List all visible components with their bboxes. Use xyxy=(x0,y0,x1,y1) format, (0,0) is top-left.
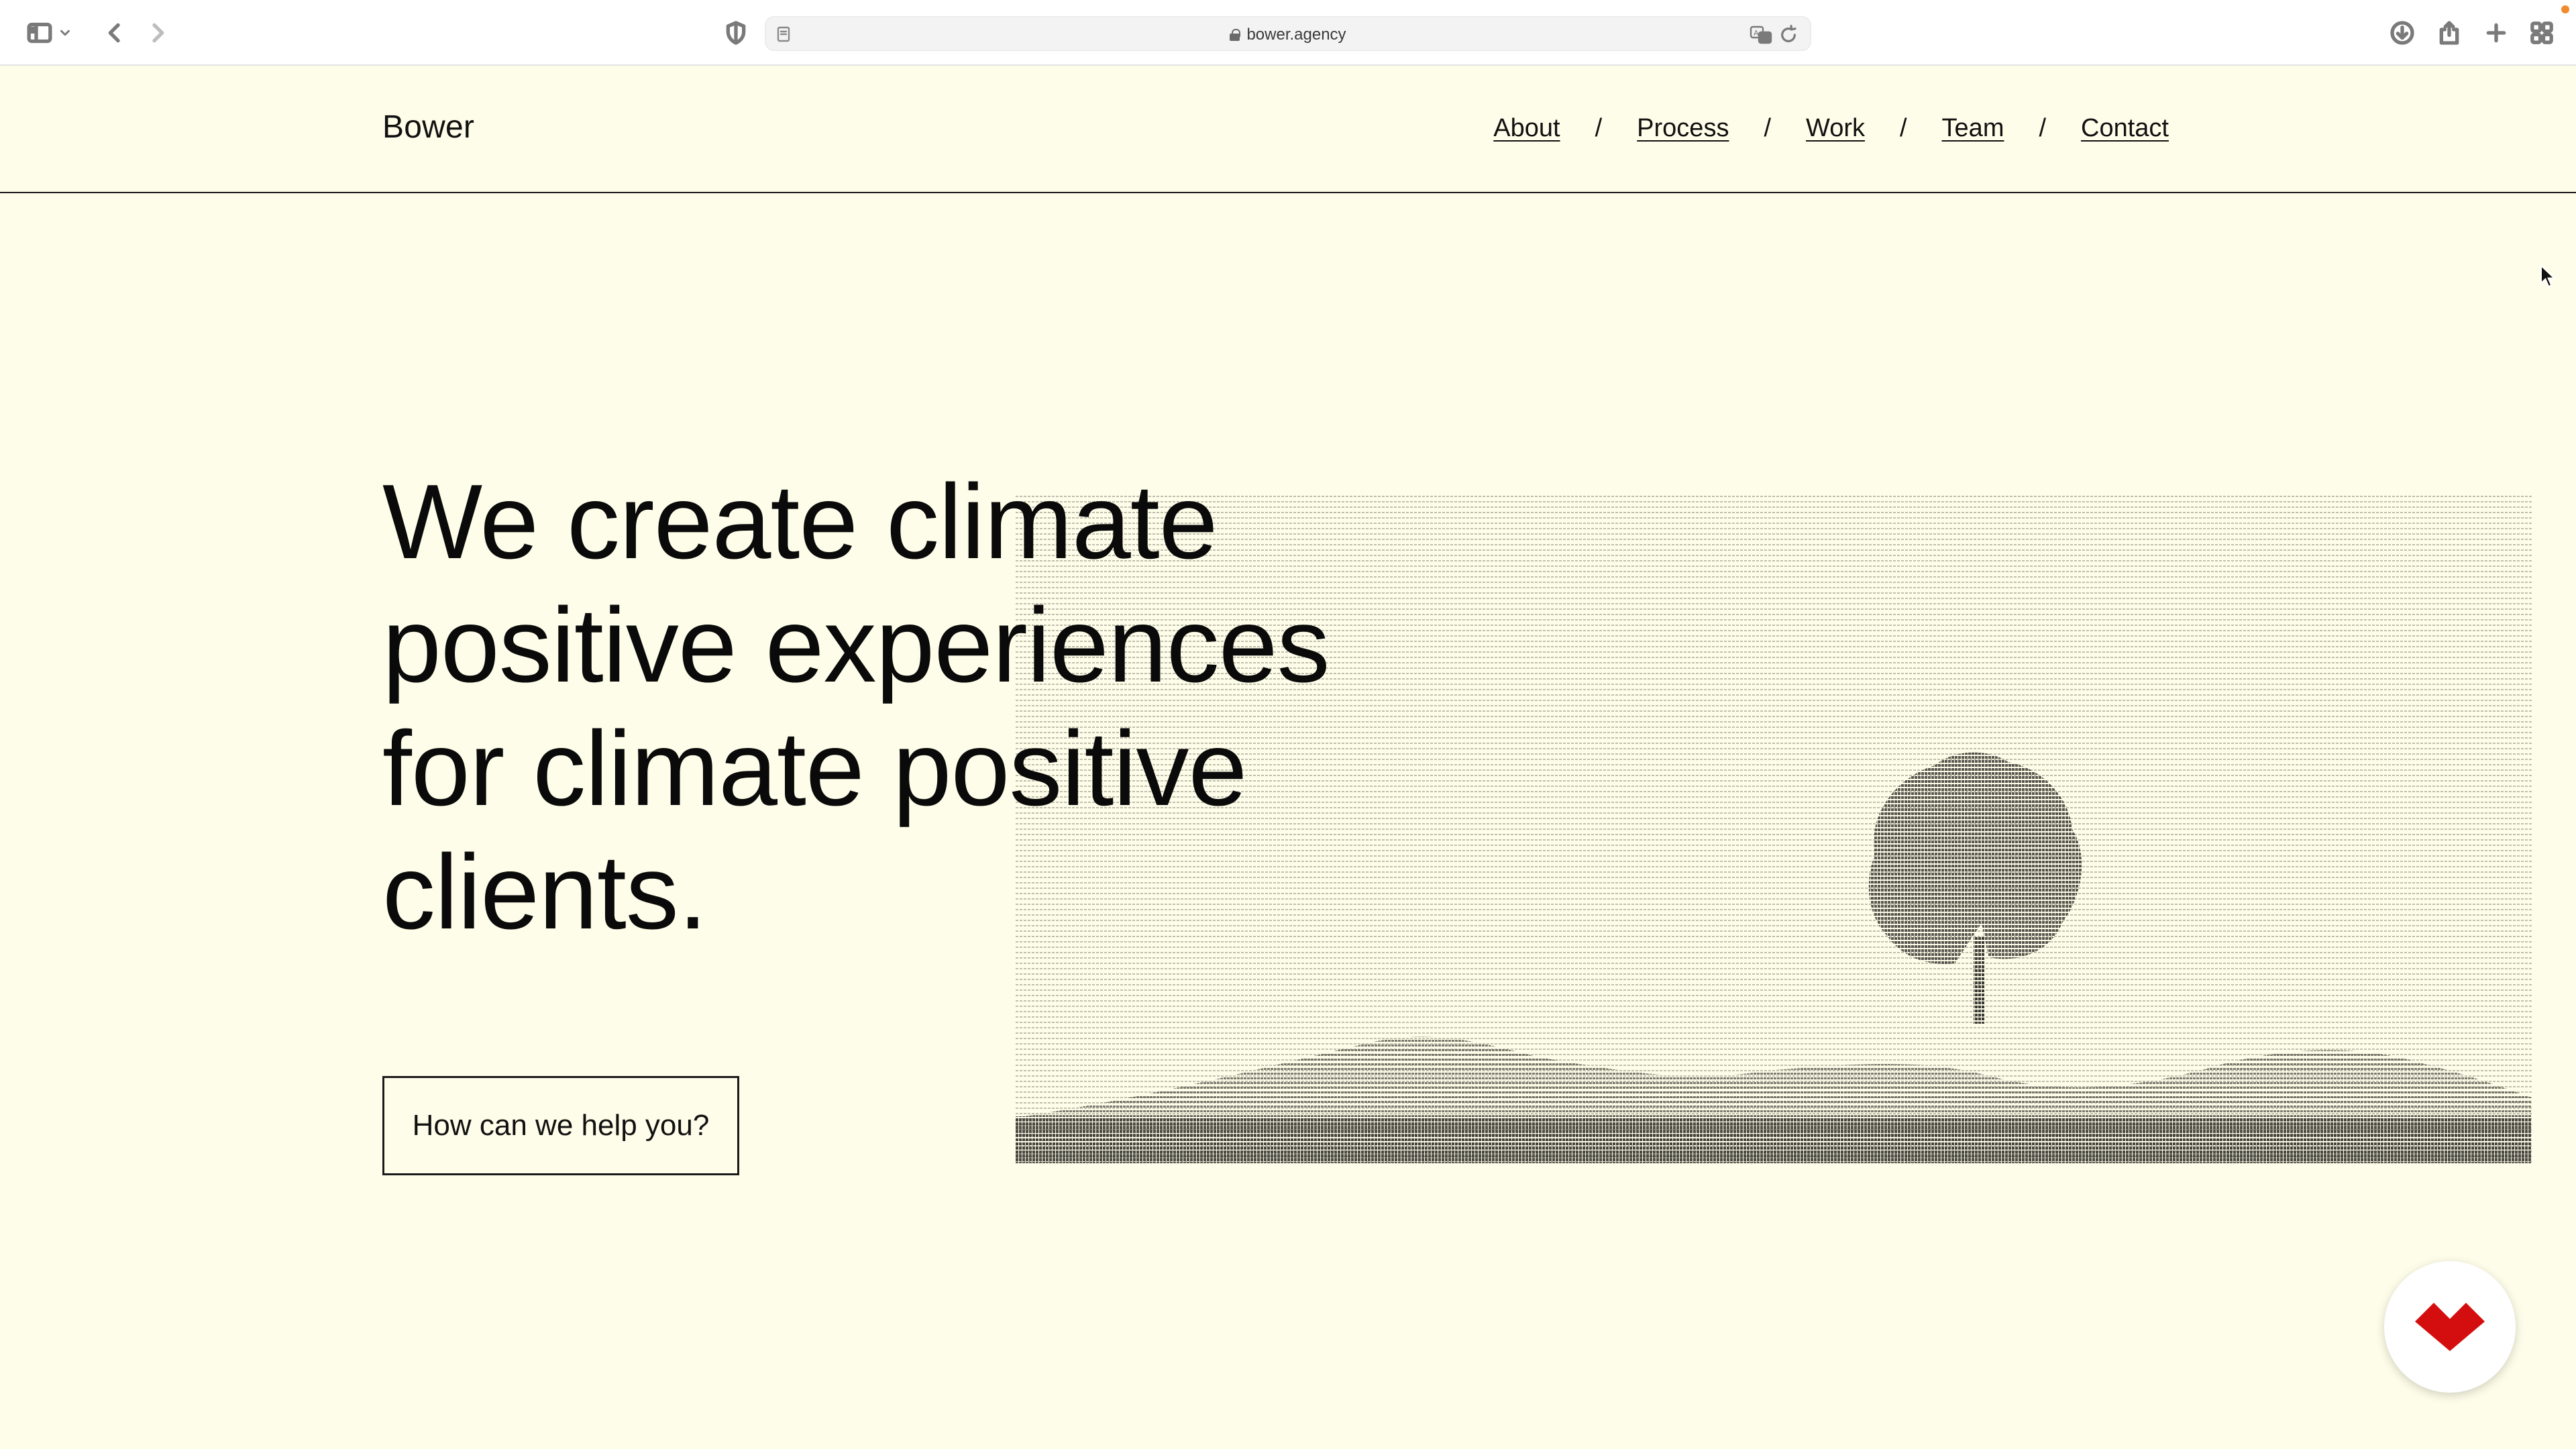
hero-headline: We create climate positive experiences f… xyxy=(382,460,1523,954)
url-text: bower.agency xyxy=(1246,25,1346,44)
lock-icon xyxy=(1230,29,1241,41)
nav-contact[interactable]: Contact xyxy=(2081,114,2169,143)
nav-about[interactable]: About xyxy=(1493,114,1560,143)
notification-dot xyxy=(2561,5,2569,13)
nav-process[interactable]: Process xyxy=(1637,114,1729,143)
share-icon[interactable] xyxy=(2432,16,2466,50)
hero-headline-line: clients. xyxy=(382,833,708,951)
main-nav: About / Process / Work / Team / Contact xyxy=(1493,114,2169,143)
site-header: Bower About / Process / Work / Team / Co… xyxy=(0,66,2576,193)
hero-headline-line: for climate positive xyxy=(382,710,1247,828)
plus-icon[interactable] xyxy=(2479,16,2513,50)
nav-separator: / xyxy=(1595,114,1603,142)
chat-widget-button[interactable] xyxy=(2384,1261,2516,1393)
download-icon[interactable] xyxy=(2385,16,2419,50)
address-bar[interactable]: bower.agency A xyxy=(765,16,1811,51)
mouse-cursor-icon xyxy=(2540,264,2557,288)
browser-toolbar: bower.agency A xyxy=(0,0,2576,66)
nav-separator: / xyxy=(1899,114,1907,142)
chevron-down-icon[interactable] xyxy=(55,16,75,50)
nav-separator: / xyxy=(1764,114,1772,142)
translate-icon[interactable]: A xyxy=(1750,24,1772,46)
hero-headline-line: We create climate xyxy=(382,463,1218,581)
brand-logo[interactable]: Bower xyxy=(382,109,474,146)
sidebar-icon[interactable] xyxy=(23,16,56,50)
svg-text:A: A xyxy=(1754,29,1759,38)
hero-headline-line: positive experiences xyxy=(382,586,1330,704)
tab-overview-icon[interactable] xyxy=(2525,16,2559,50)
help-cta-button[interactable]: How can we help you? xyxy=(382,1076,739,1175)
nav-work[interactable]: Work xyxy=(1806,114,1865,143)
back-icon[interactable] xyxy=(98,16,131,50)
nav-separator: / xyxy=(2039,114,2047,142)
shield-icon[interactable] xyxy=(719,16,753,50)
forward-icon[interactable] xyxy=(141,16,174,50)
nav-team[interactable]: Team xyxy=(1942,114,2004,143)
reload-icon[interactable] xyxy=(1778,24,1799,46)
chat-logo-icon xyxy=(2415,1303,2485,1351)
